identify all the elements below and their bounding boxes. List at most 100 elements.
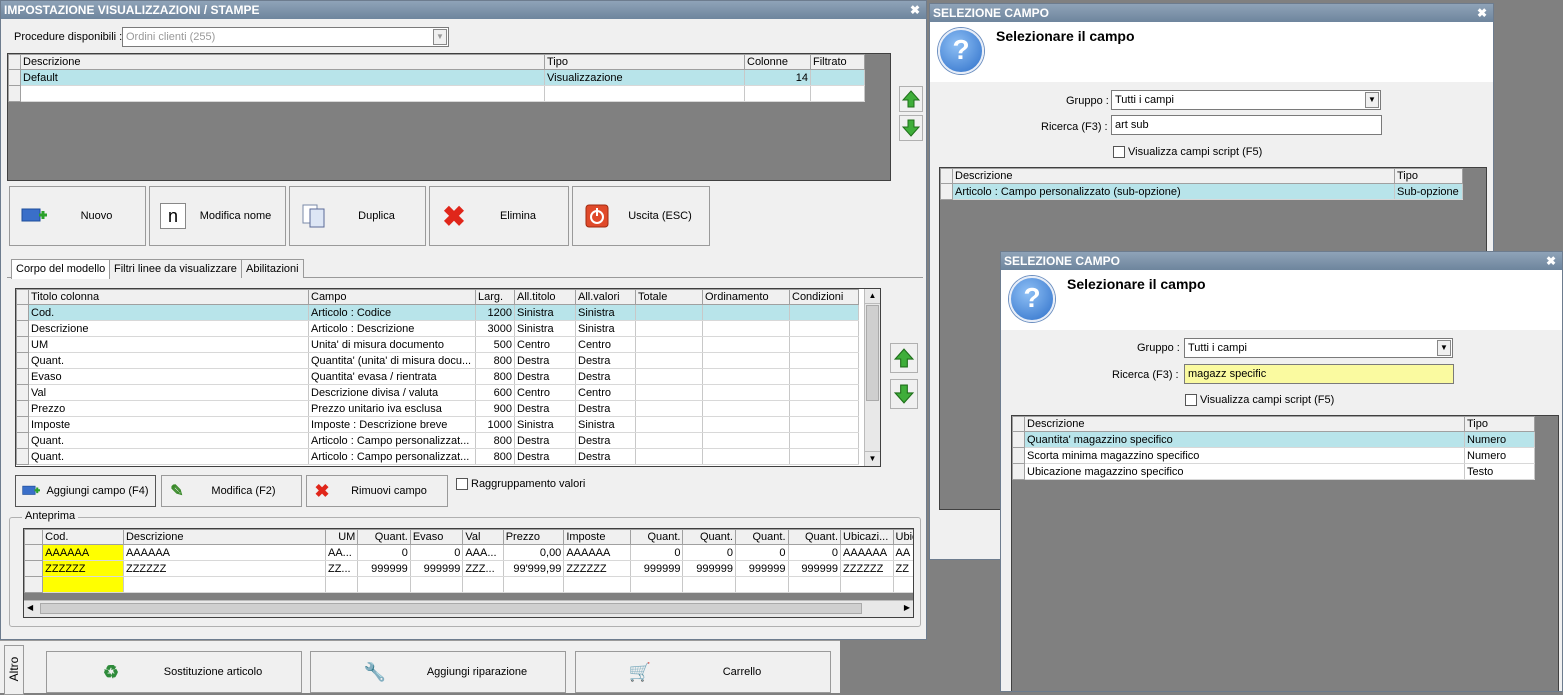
tab-corpo-del-modello[interactable]: Corpo del modello bbox=[11, 259, 111, 279]
cell[interactable] bbox=[635, 304, 703, 321]
cell[interactable]: 800 bbox=[475, 432, 515, 449]
table-row[interactable]: AAAAAA AAAAAA AA... 0 0 AAA... 0,00 AAAAAA 0 0 0 0 A… bbox=[24, 544, 913, 561]
cell[interactable] bbox=[635, 416, 703, 433]
cell[interactable]: Sinistra bbox=[514, 320, 576, 337]
gruppo-select[interactable]: Tutti i campi ▼ bbox=[1184, 338, 1453, 358]
cell[interactable]: Numero bbox=[1464, 431, 1535, 448]
cell[interactable]: Destra bbox=[514, 432, 576, 449]
raggruppamento-checkbox[interactable] bbox=[456, 478, 468, 490]
cell[interactable]: 800 bbox=[475, 352, 515, 369]
cell[interactable]: Visualizzazione bbox=[544, 69, 745, 86]
table-row[interactable]: Val Descrizione divisa / valuta 600 Centro C… bbox=[16, 384, 859, 401]
script-checkbox[interactable] bbox=[1185, 394, 1197, 406]
cell[interactable]: UM bbox=[28, 336, 309, 353]
col-header[interactable]: Ordinamento bbox=[702, 289, 790, 305]
col-header[interactable]: Descrizione bbox=[952, 168, 1395, 184]
col-header[interactable]: Ubic bbox=[892, 529, 913, 545]
tab-abilitazioni[interactable]: Abilitazioni bbox=[241, 259, 304, 278]
col-header[interactable]: Quant. bbox=[357, 529, 411, 545]
cell[interactable]: 999999 bbox=[682, 560, 736, 577]
cell[interactable] bbox=[635, 400, 703, 417]
uscita-button[interactable]: Uscita (ESC) bbox=[572, 186, 710, 246]
cell[interactable]: Quantita' evasa / rientrata bbox=[308, 368, 476, 385]
col-header[interactable]: UM bbox=[324, 529, 359, 545]
cell[interactable] bbox=[702, 320, 790, 337]
cell[interactable]: Destra bbox=[575, 400, 636, 417]
cell[interactable]: 14 bbox=[744, 69, 811, 86]
cell[interactable]: AAAAAA bbox=[123, 544, 326, 561]
cell[interactable]: Destra bbox=[575, 352, 636, 369]
scroll-thumb[interactable] bbox=[866, 305, 879, 401]
col-header[interactable]: Filtrato bbox=[810, 54, 865, 70]
cell[interactable]: Sinistra bbox=[514, 416, 576, 433]
cell[interactable]: 999999 bbox=[410, 560, 464, 577]
procedure-select[interactable]: Ordini clienti (255) ▼ bbox=[122, 27, 449, 47]
cell[interactable]: Centro bbox=[514, 336, 576, 353]
cell[interactable]: 600 bbox=[475, 384, 515, 401]
cell[interactable]: Descrizione bbox=[28, 320, 309, 337]
ricerca-input[interactable]: magazz specific bbox=[1184, 364, 1454, 384]
cell[interactable]: 1200 bbox=[475, 304, 515, 321]
cell[interactable] bbox=[702, 384, 790, 401]
cell[interactable] bbox=[789, 384, 859, 401]
col-header[interactable]: Tipo bbox=[1394, 168, 1463, 184]
col-header[interactable]: Quant. bbox=[682, 529, 736, 545]
cell[interactable] bbox=[702, 368, 790, 385]
aggiungi-riparazione-button[interactable]: 🔧 Aggiungi riparazione bbox=[310, 651, 566, 693]
cell[interactable]: 999999 bbox=[630, 560, 684, 577]
cell[interactable]: Destra bbox=[514, 352, 576, 369]
cell[interactable]: Evaso bbox=[28, 368, 309, 385]
cell[interactable]: Quant. bbox=[28, 352, 309, 369]
col-header[interactable]: Imposte bbox=[563, 529, 631, 545]
cell[interactable]: Destra bbox=[514, 400, 576, 417]
cell[interactable]: AAA... bbox=[462, 544, 504, 561]
cell[interactable]: AAAAAA bbox=[840, 544, 894, 561]
table-row[interactable]: ZZZZZZ ZZZZZZ ZZ... 999999 999999 ZZZ... 99'99… bbox=[24, 560, 913, 577]
cell[interactable]: 800 bbox=[475, 368, 515, 385]
col-header[interactable]: Prezzo bbox=[502, 529, 565, 545]
col-header[interactable]: Titolo colonna bbox=[28, 289, 309, 305]
cell[interactable]: 999999 bbox=[357, 560, 411, 577]
cell[interactable] bbox=[635, 352, 703, 369]
scroll-thumb[interactable] bbox=[40, 603, 862, 614]
cell[interactable]: AAAAAA bbox=[563, 544, 631, 561]
move-down-button[interactable] bbox=[899, 115, 923, 141]
preview-hscrollbar[interactable]: ◀ ▶ bbox=[24, 600, 913, 617]
table-row[interactable]: Articolo : Campo personalizzato (sub-opz… bbox=[940, 183, 1463, 200]
cell[interactable]: AA... bbox=[325, 544, 359, 561]
cell[interactable]: 900 bbox=[475, 400, 515, 417]
cell[interactable] bbox=[789, 400, 859, 417]
cell[interactable]: 0 bbox=[630, 544, 684, 561]
cell[interactable]: Imposte bbox=[28, 416, 309, 433]
col-header[interactable]: Colonne bbox=[744, 54, 811, 70]
table-row[interactable]: Prezzo Prezzo unitario iva esclusa 900 Dest… bbox=[16, 400, 859, 417]
close-icon[interactable]: ✖ bbox=[1477, 4, 1487, 22]
cell[interactable] bbox=[702, 304, 790, 321]
modifica-nome-button[interactable]: n Modifica nome bbox=[149, 186, 286, 246]
cell[interactable]: ZZZ... bbox=[462, 560, 504, 577]
table-row[interactable]: Cod. Articolo : Codice 1200 Sinistra Sinistr… bbox=[16, 304, 859, 321]
cell[interactable] bbox=[789, 368, 859, 385]
aggiungi-campo-button[interactable]: Aggiungi campo (F4) bbox=[15, 475, 156, 507]
cell[interactable]: 99'999,99 bbox=[503, 560, 565, 577]
cell[interactable] bbox=[789, 336, 859, 353]
cell[interactable]: Quantita' (unita' di misura docu... bbox=[308, 352, 476, 369]
cell[interactable]: Destra bbox=[575, 432, 636, 449]
cell[interactable]: 0,00 bbox=[503, 544, 565, 561]
cell[interactable]: Centro bbox=[514, 384, 576, 401]
cell[interactable]: Sinistra bbox=[575, 304, 636, 321]
cell[interactable]: Sinistra bbox=[575, 320, 636, 337]
column-down-button[interactable] bbox=[890, 379, 918, 409]
cell[interactable] bbox=[702, 448, 790, 465]
cell[interactable]: Destra bbox=[514, 448, 576, 465]
col-header[interactable]: Quant. bbox=[787, 529, 842, 545]
gruppo-select[interactable]: Tutti i campi ▼ bbox=[1111, 90, 1381, 110]
cell[interactable]: Sinistra bbox=[575, 416, 636, 433]
cell[interactable]: Centro bbox=[575, 384, 636, 401]
cell[interactable]: 999999 bbox=[735, 560, 789, 577]
nuovo-button[interactable]: Nuovo bbox=[9, 186, 146, 246]
col-header[interactable]: Tipo bbox=[544, 54, 745, 70]
cell[interactable]: Quant. bbox=[28, 432, 309, 449]
chevron-down-icon[interactable]: ▼ bbox=[433, 29, 447, 45]
cell[interactable]: 0 bbox=[357, 544, 411, 561]
